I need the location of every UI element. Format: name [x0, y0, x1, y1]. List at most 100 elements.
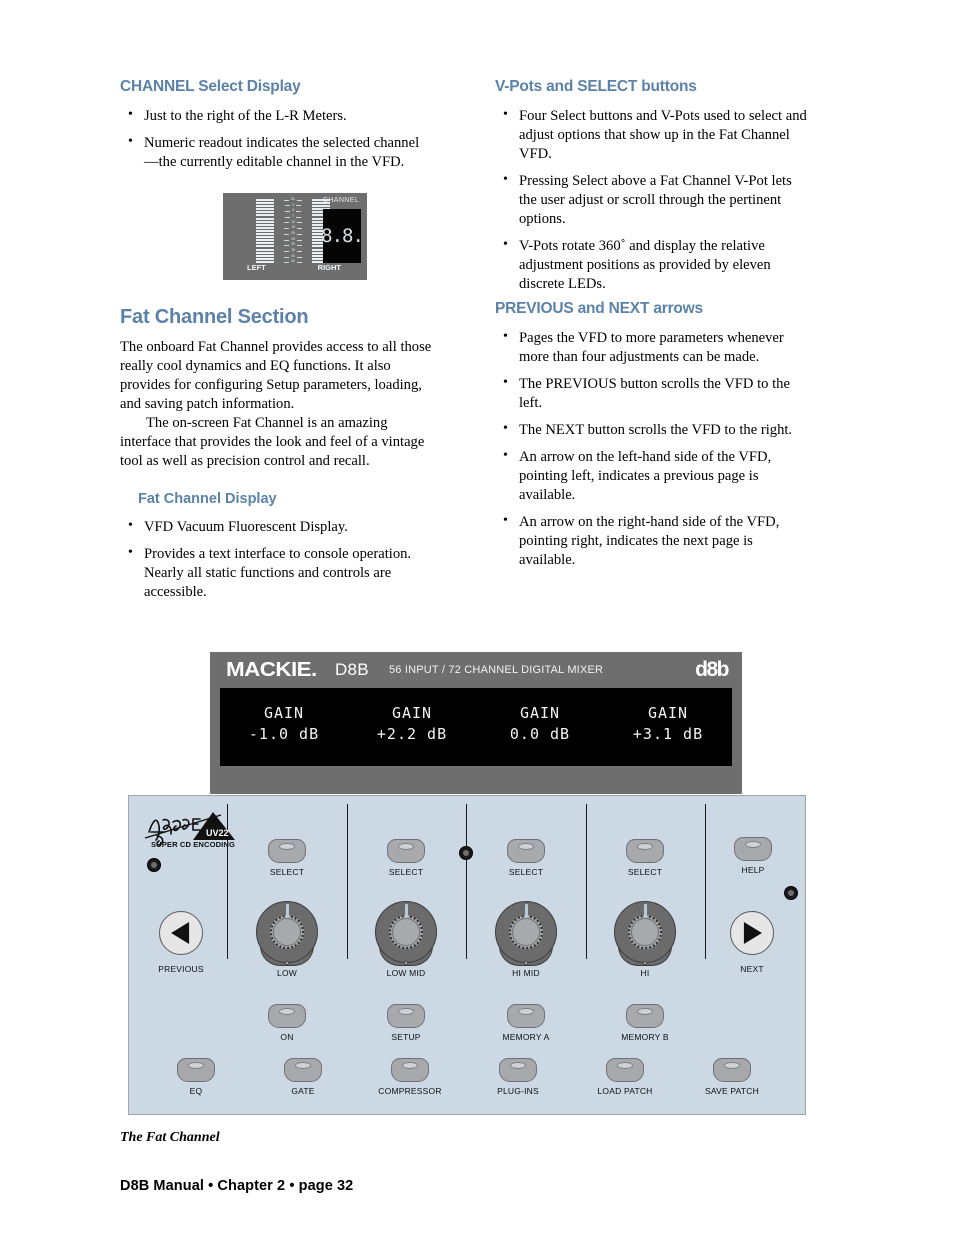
vpot-hi-mid[interactable] [495, 901, 557, 966]
svg-text:UV22: UV22 [206, 828, 229, 838]
d8b-logo-icon: d8b [695, 658, 729, 681]
vfd-param-label: GAIN [519, 704, 561, 722]
panel-divider [705, 804, 706, 959]
arrow-left-icon [171, 922, 190, 944]
knob-label-low: LOW [277, 968, 297, 978]
arrow-right-icon [743, 922, 762, 944]
panel-divider [347, 804, 348, 959]
knob-pointer-icon [643, 904, 647, 918]
button-label-gate: GATE [291, 1086, 315, 1096]
button-memory-b[interactable] [626, 1004, 664, 1028]
knob-label-low-mid: LOW MID [386, 968, 426, 978]
knob-pointer-icon [524, 904, 528, 918]
panel-divider [466, 804, 467, 959]
select-label: SELECT [388, 867, 424, 877]
knob-led-icon [285, 961, 289, 965]
knob-cap [392, 918, 420, 946]
button-plug-ins[interactable] [499, 1058, 537, 1082]
list-item: An arrow on the left-hand side of the VF… [495, 447, 807, 505]
button-memory-a[interactable] [507, 1004, 545, 1028]
list-item: Numeric readout indicates the selected c… [120, 133, 432, 172]
button-label-memory-a: MEMORY A [502, 1032, 550, 1042]
list-item: Pressing Select above a Fat Channel V-Po… [495, 171, 807, 229]
heading-fat-channel-section: Fat Channel Section [120, 306, 309, 328]
button-setup[interactable] [387, 1004, 425, 1028]
vfd-param-label: GAIN [647, 704, 689, 722]
knob-label-hi-mid: HI MID [512, 968, 540, 978]
button-gate[interactable] [284, 1058, 322, 1082]
model-name: D8B [334, 660, 369, 679]
panel-screw-icon [784, 886, 798, 900]
panel-divider [586, 804, 587, 959]
vfd-param-label: GAIN [263, 704, 305, 722]
select-button-hi[interactable] [626, 839, 664, 863]
bullet-list-previous-next: Pages the VFD to more parameters wheneve… [495, 328, 807, 570]
page-footer: D8B Manual • Chapter 2 • page 32 [120, 1178, 354, 1194]
next-button[interactable] [730, 911, 774, 955]
channel-readout-value: 8.8. [321, 225, 364, 247]
knob-cap [631, 918, 659, 946]
heading-previous-next-arrows: PREVIOUS and NEXT arrows [495, 300, 703, 317]
meter-scale-tick: 10 [284, 219, 301, 224]
meter-scale-tick: 7 [285, 214, 301, 219]
list-item: V-Pots rotate 360˚ and display the relat… [495, 236, 807, 294]
select-label: SELECT [269, 867, 305, 877]
select-button-low[interactable] [268, 839, 306, 863]
button-label-setup: SETUP [391, 1032, 421, 1042]
figure-caption: The Fat Channel [120, 1130, 220, 1145]
meter-scale: OL 2 4 7 10 15 20 25 30 35 40 50 [279, 197, 307, 264]
knob-led-icon [404, 961, 408, 965]
button-save-patch[interactable] [713, 1058, 751, 1082]
select-button-low-mid[interactable] [387, 839, 425, 863]
vpot-low[interactable] [256, 901, 318, 966]
meter-scale-tick: 40 [284, 253, 301, 258]
meter-scale-tick: 4 [285, 208, 301, 213]
vfd-param-row: GAIN GAIN GAIN GAIN [220, 704, 732, 722]
mixer-header-bar: MACKIE. D8B 56 INPUT / 72 CHANNEL DIGITA… [210, 652, 742, 688]
manual-page: CHANNEL Select Display Just to the right… [0, 0, 954, 1235]
channel-display-label: CHANNEL [322, 197, 360, 204]
knob-pointer-icon [285, 904, 289, 918]
fat-channel-control-panel: UV22 SUPER CD ENCODING PREVIOUS SELECT S… [128, 795, 806, 1115]
list-item: Four Select buttons and V-Pots used to s… [495, 106, 807, 164]
vfd-housing: MACKIE. D8B 56 INPUT / 72 CHANNEL DIGITA… [210, 652, 742, 794]
meter-label-right: RIGHT [317, 263, 341, 272]
vfd-param-value: -1.0 dB [248, 725, 320, 743]
knob-pointer-icon [404, 904, 408, 918]
list-item: Pages the VFD to more parameters wheneve… [495, 328, 807, 367]
meter-scale-tick: 25 [284, 236, 301, 241]
panel-screw-icon [147, 858, 161, 872]
list-item: Just to the right of the L-R Meters. [120, 106, 432, 126]
heading-fat-channel-display: Fat Channel Display [138, 490, 277, 507]
bullet-list-vpots: Four Select buttons and V-Pots used to s… [495, 106, 807, 294]
heading-vpots-select-buttons: V-Pots and SELECT buttons [495, 78, 697, 95]
meter-ladder-left [256, 199, 274, 263]
vfd-param-value: +3.1 dB [632, 725, 704, 743]
channel-meter-figure: OL 2 4 7 10 15 20 25 30 35 40 50 LEFT RI… [223, 193, 367, 280]
button-label-memory-b: MEMORY B [621, 1032, 669, 1042]
help-button[interactable] [734, 837, 772, 861]
paragraph-fat-channel-2: The on-screen Fat Channel is an amazing … [120, 414, 425, 469]
vfd-screen: GAIN GAIN GAIN GAIN -1.0 dB +2.2 dB 0.0 … [220, 688, 732, 766]
fat-channel-section: Fat Channel Section The onboard Fat Chan… [120, 306, 432, 610]
heading-channel-select-display: CHANNEL Select Display [120, 78, 301, 95]
paragraph-fat-channel-1: The onboard Fat Channel provides access … [120, 339, 432, 412]
list-item: VFD Vacuum Fluorescent Display. [120, 517, 432, 537]
vpot-hi[interactable] [614, 901, 676, 966]
previous-button[interactable] [159, 911, 203, 955]
vfd-value-row: -1.0 dB +2.2 dB 0.0 dB +3.1 dB [220, 725, 732, 743]
select-label: SELECT [627, 867, 663, 877]
button-compressor[interactable] [391, 1058, 429, 1082]
meter-scale-tick: 20 [284, 231, 301, 236]
select-button-hi-mid[interactable] [507, 839, 545, 863]
button-on[interactable] [268, 1004, 306, 1028]
button-load-patch[interactable] [606, 1058, 644, 1082]
list-item: Provides a text interface to console ope… [120, 544, 432, 602]
vpot-low-mid[interactable] [375, 901, 437, 966]
list-item: The NEXT button scrolls the VFD to the r… [495, 420, 807, 440]
vfd-param-value: +2.2 dB [376, 725, 448, 743]
meter-scale-tick: 30 [284, 242, 301, 247]
button-label-plug-ins: PLUG-INS [497, 1086, 539, 1096]
meter-scale-tick: 15 [284, 225, 301, 230]
button-eq[interactable] [177, 1058, 215, 1082]
